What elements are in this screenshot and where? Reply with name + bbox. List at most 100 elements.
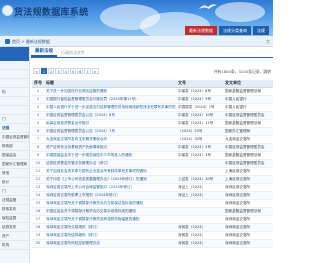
cell-title[interactable]: 深圳商品交易所交易规则（修订） [44,223,176,232]
cell-index: 20 [32,239,44,248]
sidebar-item[interactable] [0,79,29,88]
cell-title[interactable]: 深圳商品交易所结算细则（修订） [44,231,176,240]
table-row[interactable]: 14 深圳证券交易所股票上市规则（2024年修订） 深证上〔2024〕 深圳证券交易所 [32,191,273,200]
tab-regulations[interactable]: 法规 [253,26,269,35]
table-row[interactable]: 10 证券投资基金托管业务管理办法（修订） 中国证券监督管理委员会 [32,159,273,168]
page-button[interactable]: 5 [69,68,77,74]
column-header-issuer[interactable]: 发文单位 [223,80,273,88]
table-row[interactable]: 11 关于加强社会资本参与国有企业混合所有制改革有关事项的通知 上海证券交易所 [32,167,273,176]
sidebar-item[interactable]: 其他 [0,169,29,178]
cell-title[interactable]: 深圳商品交易所关于调整部分期货品种涨跌停板幅度的通知 [44,215,176,224]
home-icon[interactable] [5,39,10,44]
cell-index: 17 [32,215,44,224]
cell-title[interactable]: 中国人民银行关于进一步加强支付结算管理防范电信网络新型违法犯罪有关事项的通知 [44,103,176,112]
table-row[interactable]: 18 深圳商品交易所交易规则（修订） 深商发〔2024〕 深圳商品交易所 [32,223,273,232]
page-button[interactable]: 6 [77,68,84,74]
cell-title[interactable]: 私募证券投资基金运作指引 [44,119,176,128]
cell-title[interactable]: 关于印发《上市公司信息披露管理办法》（2024年修订）的通知 [44,175,176,184]
table-row[interactable]: 13 深圳证券交易所上市公司自律监管指引（2024年修订） 深证上〔2024〕 深圳证… [32,183,273,192]
table-row[interactable]: 8 资产证券化业务基础资产负面清单指引 中保发〔2024〕5号 中国证券监督管理委员会 [32,143,273,152]
prev-page-button[interactable]: < [33,68,40,74]
cell-title[interactable]: 中国证监会关于调整部分期货合约交易手续费标准的通知 [44,207,176,216]
cell-doc-number: 上证发〔2024〕20号 [176,175,223,184]
table-row[interactable]: 19 深圳商品交易所结算细则（修订） 深商发〔2024〕 深圳商品交易所 [32,231,273,240]
sidebar-item[interactable]: 中国证券监督管理委员会 [0,133,29,142]
sidebar-item[interactable]: 财政发布 [0,205,29,214]
table-row[interactable]: 12 关于印发《上市公司信息披露管理办法》（2024年修订）的通知 上证发〔2024… [32,175,273,184]
cell-title[interactable]: 深圳商品交易所风险控制管理办法 [44,239,176,248]
cell-doc-number: 中国银发〔2024〕1号 [176,103,223,112]
sidebar-item[interactable]: 统计 [0,178,29,187]
cell-title[interactable]: 关于加强社会资本参与国有企业混合所有制改革有关事项的通知 [44,167,176,176]
header-tabs: 最新法规数据 法规分类查询 法规 [185,26,269,35]
page-button[interactable]: 7 [84,68,91,74]
sidebar-item[interactable]: 保险监督 [0,214,29,223]
table-row[interactable]: 7 大连商品交易所发布玉米期货期权合约 〔2024〕30号 大连商品交易所 [32,135,273,144]
cell-title[interactable]: 资产证券化业务基础资产负面清单指引 [44,143,176,152]
sidebar-item[interactable]: 门 [0,115,29,124]
cell-issuer: 深圳商品交易所 [223,231,273,240]
cell-doc-number: 中保发〔2024〕5号 [176,143,223,152]
table-row[interactable]: 4 中国证券监督管理委员会公告（2024）6号 中保发〔2024〕10号 中国证券监督… [32,111,273,120]
breadcrumb-home[interactable]: 首页 [12,39,20,44]
cell-issuer: 国家外汇管理局 [223,127,273,136]
cell-title[interactable]: 中国证券监督管理委员会公告（2024）7号 [44,127,176,136]
sidebar-item[interactable]: 构 [0,88,29,97]
cell-title[interactable]: 中国证券监督管理委员会公告（2024）6号 [44,111,176,120]
sidebar-item[interactable]: 门 [0,187,29,196]
cell-issuer: 国家金融监督管理总局 [223,207,273,216]
next-page-button[interactable]: > [91,68,99,74]
cell-index: 18 [32,223,44,232]
cell-title[interactable]: 深圳商品交易所关于调整部分期货合约交易保证金标准的通知 [44,199,176,208]
sidebar-item[interactable]: 资产 [0,232,29,241]
table-row[interactable]: 16 中国证监会关于调整部分期货合约交易手续费标准的通知 国家金融监督管理总局 [32,207,273,216]
table-row[interactable]: 9 中国银保监会关于进一步规范保险中介市场准入的通知 中保发〔2024〕3号 国家金融… [32,151,273,160]
table-row[interactable]: 1 关于进一步加强信托业风险监管的通知 中保发〔2024〕8号 国家金融监督管理总局 [32,87,273,96]
cell-issuer: 中国证券监督管理委员会 [223,159,273,168]
cell-title[interactable]: 中国银保监会关于进一步规范保险中介市场准入的通知 [44,151,176,160]
cell-index: 10 [32,159,44,168]
cell-index: 15 [32,199,44,208]
tab-latest-regulations[interactable]: 最新法规数据 [185,26,217,35]
main-content: 最新法规 行政执法文件 < 1 2 3 4 5 6 7 > 共有1800条，32… [31,49,273,263]
sidebar-item[interactable]: 证券发布 [0,223,29,232]
cell-doc-number: 中保发〔2024〕8号 [176,87,223,96]
table-row[interactable]: 5 私募证券投资基金运作指引 中保发〔2024〕11号 国家金融监督管理总局 [32,119,273,128]
cell-title[interactable]: 大连商品交易所发布玉米期货期权合约 [44,135,176,144]
table-row[interactable]: 6 中国证券监督管理委员会公告（2024）7号 〔2024〕20号 国家外汇管理局 [32,127,273,136]
column-header-title[interactable]: 标题 [44,80,176,88]
sidebar-item[interactable]: 法规监管 [0,196,29,205]
sidebar-item[interactable]: 机构 [0,241,29,250]
page-button[interactable]: 1 [40,68,48,74]
sidebar-item[interactable]: 银保监会 [0,151,29,160]
cell-issuer: 深圳商品交易所 [223,223,273,232]
cell-title[interactable]: 深圳证券交易所股票上市规则（2024年修订） [44,191,176,200]
table-row[interactable]: 3 中国人民银行关于进一步加强支付结算管理防范电信网络新型违法犯罪有关事项的通知中… [32,103,273,112]
table-row[interactable]: 20 深圳商品交易所风险控制管理办法 深商发〔2024〕 深圳商品交易所 [32,239,273,248]
tab-category-search[interactable]: 法规分类查询 [219,26,251,35]
page-button[interactable]: 2 [48,68,55,74]
cell-title[interactable]: 深圳证券交易所上市公司自律监管指引（2024年修订） [44,183,176,192]
sidebar-item[interactable] [0,106,29,115]
cell-doc-number: 深商发〔2024〕 [176,239,223,248]
sidebar-item[interactable] [0,70,29,79]
column-header-doc-number[interactable]: 文号 [176,80,223,88]
cell-title[interactable]: 证券投资基金托管业务管理办法（修订） [44,159,176,168]
page-button[interactable]: 4 [62,68,69,74]
sidebar-item[interactable] [0,61,29,70]
table-row[interactable]: 17 深圳商品交易所关于调整部分期货品种涨跌停板幅度的通知 深圳商品交易所 [32,215,273,224]
page-button[interactable]: 3 [55,68,62,74]
font-size-label[interactable]: 字 [266,39,270,45]
table-row[interactable]: 2 中国银行保险监督管理委员会行政处罚（2024年第11号） 中保发〔2024〕9号… [32,95,273,104]
tab-latest[interactable]: 最新法规 [31,48,57,57]
sidebar-item[interactable]: 国家外汇管理局 [0,160,29,169]
sidebar-heading [0,47,29,61]
sidebar-item[interactable]: 法规 [0,124,29,133]
table-row[interactable]: 15 深圳商品交易所关于调整部分期货合约交易保证金标准的通知 深圳商品交易所 [32,199,273,208]
cell-title[interactable]: 中国银行保险监督管理委员会行政处罚（2024年第11号） [44,95,176,104]
cell-title[interactable]: 关于进一步加强信托业风险监管的通知 [44,87,176,96]
sidebar-item[interactable]: 财政部 [0,142,29,151]
cell-doc-number: 中保发〔2024〕9号 [176,95,223,104]
tab-enforcement-docs[interactable]: 行政执法文件 [57,50,89,57]
sidebar-item[interactable] [0,97,29,106]
